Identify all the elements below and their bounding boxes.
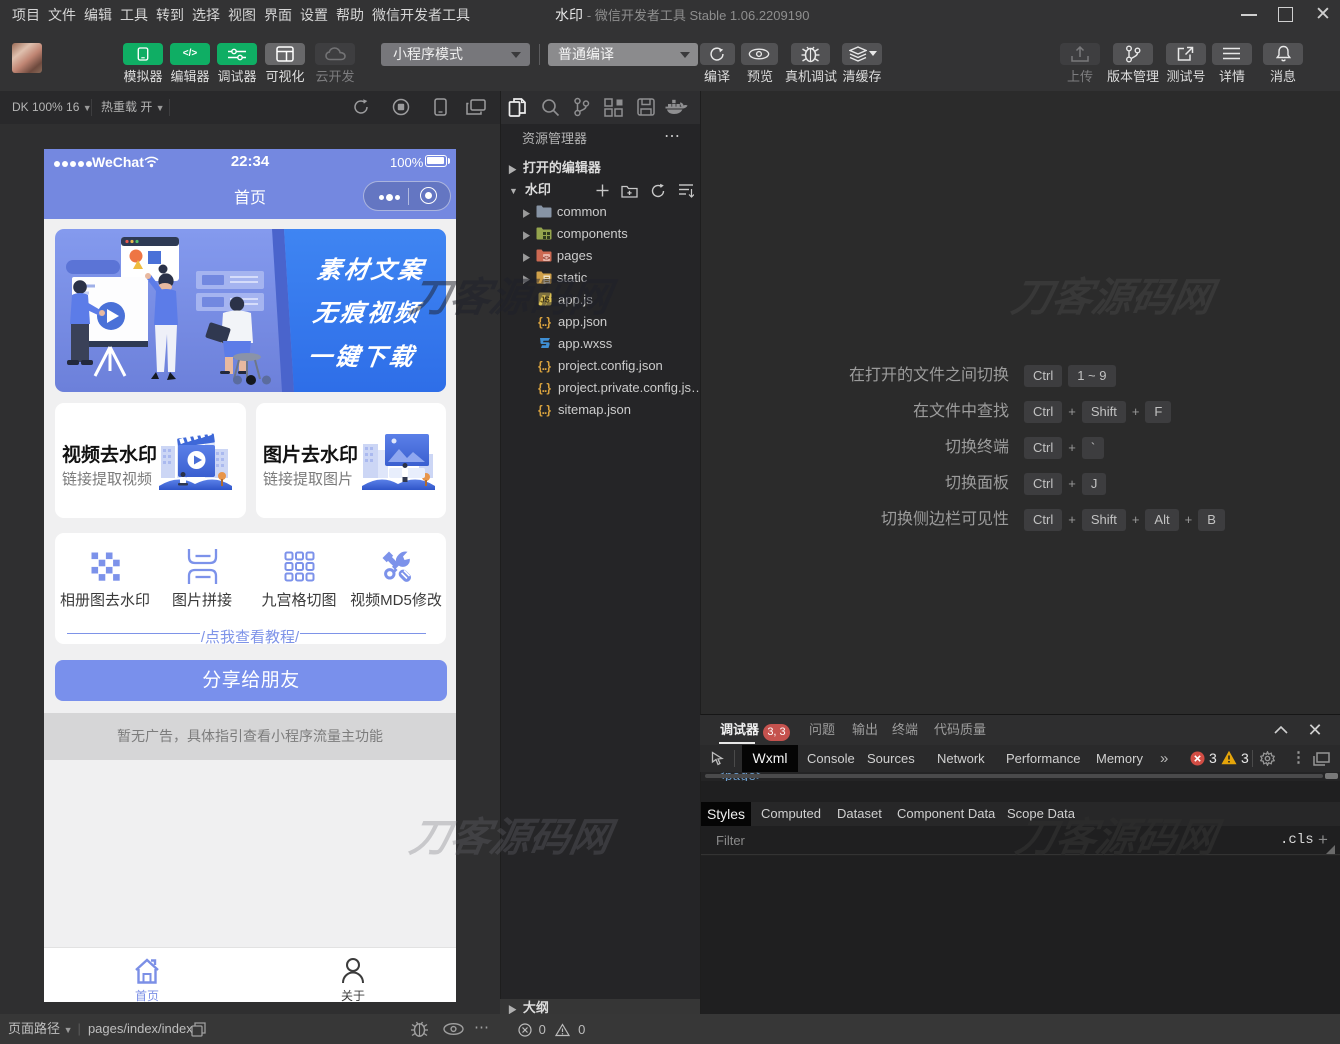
- svg-text:无痕视频: 无痕视频: [311, 300, 425, 327]
- svg-text:JS: JS: [540, 296, 550, 305]
- svg-text:<>: <>: [543, 255, 551, 262]
- svg-text:素材文案: 素材文案: [315, 257, 428, 284]
- svg-text:一键下载: 一键下载: [306, 344, 419, 371]
